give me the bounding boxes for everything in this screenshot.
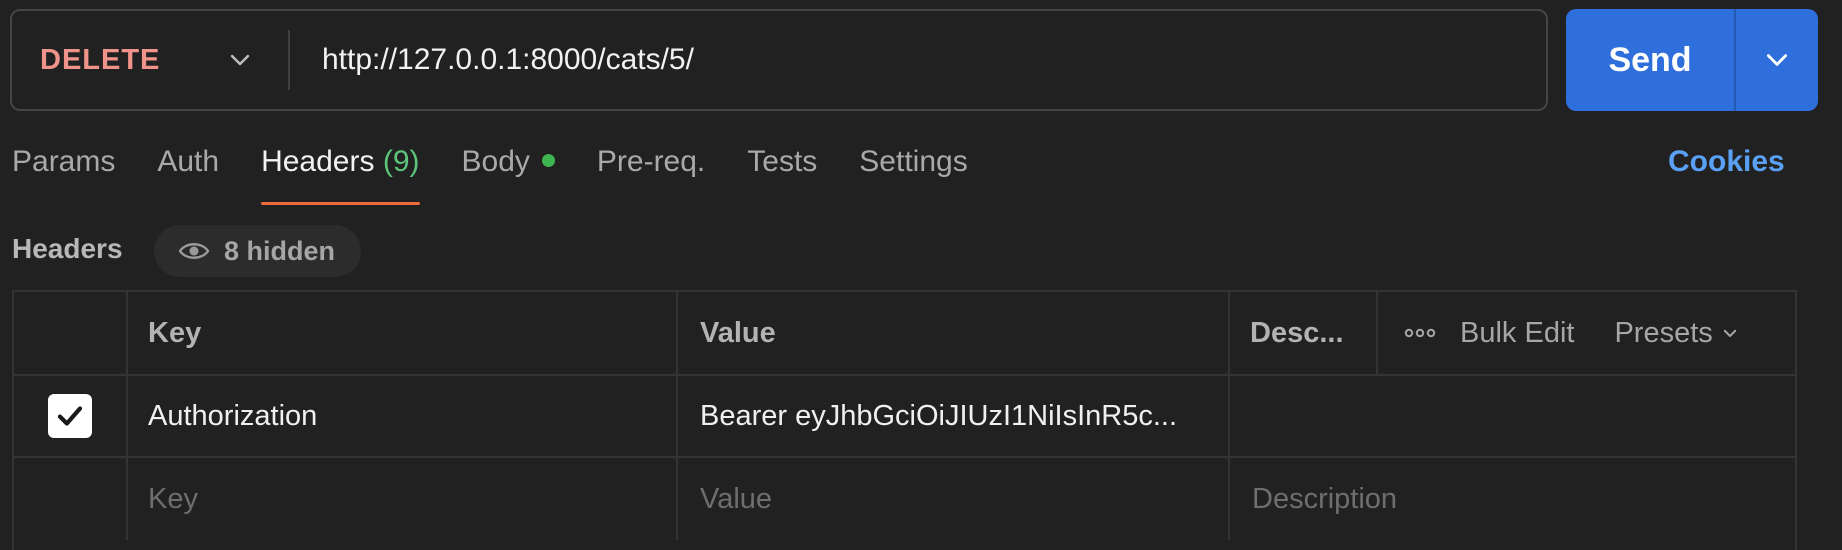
header-value: Bearer eyJhbGciOiJIUzI1NiIsInR5c... [700, 399, 1178, 432]
new-key-input[interactable]: Key [128, 458, 678, 540]
method-label: DELETE [40, 43, 161, 76]
request-tabs: Params Auth Headers (9) Body Pre-req. Te… [12, 145, 1010, 205]
request-bar: DELETE [10, 9, 1548, 111]
checkmark-icon [57, 406, 83, 426]
tab-headers[interactable]: Headers (9) [261, 145, 420, 205]
tab-auth[interactable]: Auth [157, 145, 219, 201]
column-label: Desc... [1250, 316, 1344, 349]
tab-tests[interactable]: Tests [747, 145, 817, 201]
tab-label: Auth [157, 145, 220, 178]
send-options-button[interactable] [1736, 9, 1818, 111]
row-checkbox[interactable] [48, 394, 92, 438]
table-row-new: Key Value Description [14, 458, 1795, 540]
tab-settings[interactable]: Settings [859, 145, 967, 201]
tab-label: Pre-req. [596, 145, 706, 178]
column-label: Value [700, 316, 776, 349]
column-label: Key [148, 316, 202, 349]
eye-icon [178, 243, 210, 259]
tab-label: Tests [747, 145, 818, 178]
chevron-down-icon [230, 54, 250, 66]
hidden-headers-toggle[interactable]: 8 hidden [154, 225, 362, 277]
row-checkbox-cell [14, 458, 128, 540]
table-tools: Bulk Edit Presets [1378, 292, 1797, 374]
tab-body[interactable]: Body [462, 145, 555, 201]
send-button-group: Send [1566, 9, 1818, 111]
header-value-cell[interactable]: Bearer eyJhbGciOiJIUzI1NiIsInR5c... [678, 376, 1230, 456]
select-column-header [14, 292, 128, 374]
key-placeholder: Key [148, 482, 198, 515]
tab-label: Settings [859, 145, 968, 178]
header-description-cell[interactable] [1230, 376, 1797, 456]
tab-params[interactable]: Params [12, 145, 115, 201]
chevron-down-icon [1723, 329, 1737, 337]
tab-label: Body [461, 145, 530, 178]
value-column-header: Value [678, 292, 1230, 374]
send-button[interactable]: Send [1566, 9, 1734, 111]
presets-dropdown[interactable]: Presets [1614, 317, 1738, 350]
more-dots-icon[interactable] [1404, 328, 1436, 338]
description-placeholder: Description [1252, 482, 1398, 515]
headers-table: Key Value Desc... Bulk Edit Presets Auth… [12, 290, 1797, 550]
table-header-row: Key Value Desc... Bulk Edit Presets [14, 292, 1795, 376]
key-column-header: Key [128, 292, 678, 374]
bulk-edit-button[interactable]: Bulk Edit [1460, 317, 1574, 350]
value-placeholder: Value [700, 482, 773, 515]
chevron-down-icon [1766, 54, 1788, 66]
new-description-input[interactable]: Description [1230, 458, 1797, 540]
hidden-count: 8 hidden [224, 235, 336, 266]
description-column-header: Desc... [1230, 292, 1378, 374]
url-input[interactable] [290, 11, 1546, 109]
presets-label: Presets [1614, 316, 1713, 349]
section-title: Headers [12, 233, 123, 264]
table-row: Authorization Bearer eyJhbGciOiJIUzI1NiI… [14, 376, 1795, 458]
row-checkbox-cell [14, 376, 128, 456]
status-dot [541, 153, 555, 167]
tab-label: Params [12, 145, 116, 178]
tab-count: (9) [382, 145, 420, 178]
cookies-link[interactable]: Cookies [1668, 145, 1785, 179]
tab-pre-request[interactable]: Pre-req. [597, 145, 705, 201]
method-selector[interactable]: DELETE [12, 11, 288, 109]
tab-label: Headers [261, 145, 375, 178]
new-value-input[interactable]: Value [678, 458, 1230, 540]
header-key: Authorization [148, 399, 318, 432]
header-key-cell[interactable]: Authorization [128, 376, 678, 456]
